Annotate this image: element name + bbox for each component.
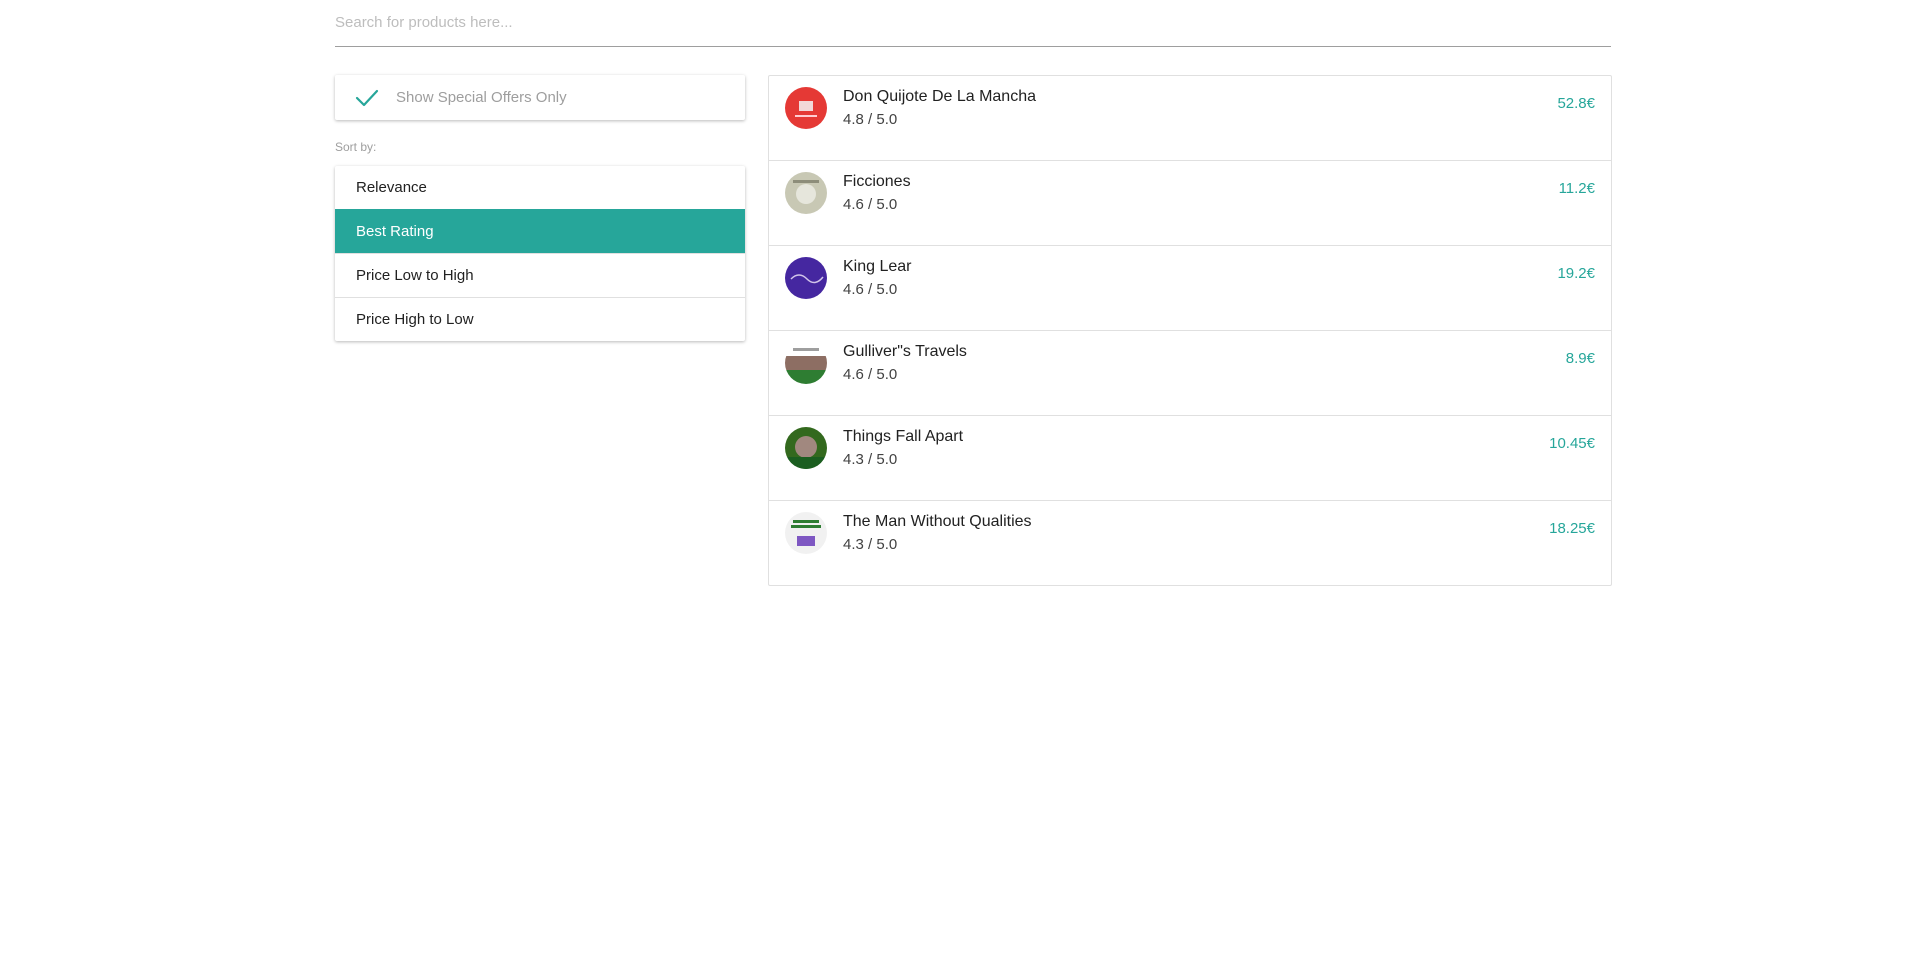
product-rating: 4.8 / 5.0 (843, 111, 898, 128)
sort-option-price-low-to-high[interactable]: Price Low to High (335, 253, 745, 297)
search-input[interactable] (335, 0, 1611, 45)
product-title: Things Fall Apart (843, 428, 964, 445)
product-price: 52.8€ (1557, 95, 1595, 112)
product-title: King Lear (843, 258, 912, 275)
checkmark-icon (354, 85, 380, 111)
product-rating: 4.3 / 5.0 (843, 451, 898, 468)
product-title: Don Quijote De La Mancha (843, 88, 1036, 105)
product-title: Gulliver"s Travels (843, 343, 967, 360)
search-bar (335, 0, 1611, 47)
product-price: 11.2€ (1558, 180, 1595, 197)
product-title: Ficciones (843, 173, 911, 190)
product-rating: 4.6 / 5.0 (843, 281, 898, 298)
product-item[interactable]: King Lear 4.6 / 5.0 19.2€ (769, 245, 1611, 330)
product-rating: 4.3 / 5.0 (843, 536, 898, 553)
sort-option-price-high-to-low[interactable]: Price High to Low (335, 297, 745, 341)
book-cover-purple-icon (785, 257, 827, 299)
book-cover-white-icon (785, 512, 827, 554)
product-item[interactable]: Things Fall Apart 4.3 / 5.0 10.45€ (769, 415, 1611, 500)
product-rating: 4.6 / 5.0 (843, 196, 898, 213)
product-price: 19.2€ (1557, 265, 1595, 282)
product-item[interactable]: Ficciones 4.6 / 5.0 11.2€ (769, 160, 1611, 245)
product-list: Don Quijote De La Mancha 4.8 / 5.0 52.8€… (768, 75, 1612, 586)
sort-by-label: Sort by: (335, 140, 377, 154)
book-cover-green-icon (785, 427, 827, 469)
book-cover-red-icon (785, 87, 827, 129)
product-title: The Man Without Qualities (843, 513, 1032, 530)
product-price: 8.9€ (1565, 350, 1595, 367)
book-cover-grey-icon (785, 172, 827, 214)
product-price: 18.25€ (1549, 520, 1595, 537)
sort-option-relevance[interactable]: Relevance (335, 166, 745, 209)
sort-options-list: Relevance Best Rating Price Low to High … (335, 166, 745, 341)
product-item[interactable]: Don Quijote De La Mancha 4.8 / 5.0 52.8€ (769, 76, 1611, 160)
special-offers-toggle[interactable]: Show Special Offers Only (335, 75, 745, 120)
product-rating: 4.6 / 5.0 (843, 366, 898, 383)
product-item[interactable]: Gulliver"s Travels 4.6 / 5.0 8.9€ (769, 330, 1611, 415)
sort-option-best-rating[interactable]: Best Rating (335, 209, 745, 253)
product-price: 10.45€ (1549, 435, 1595, 452)
product-item[interactable]: The Man Without Qualities 4.3 / 5.0 18.2… (769, 500, 1611, 585)
special-offers-label: Show Special Offers Only (396, 89, 567, 106)
book-cover-landscape-icon (785, 342, 827, 384)
